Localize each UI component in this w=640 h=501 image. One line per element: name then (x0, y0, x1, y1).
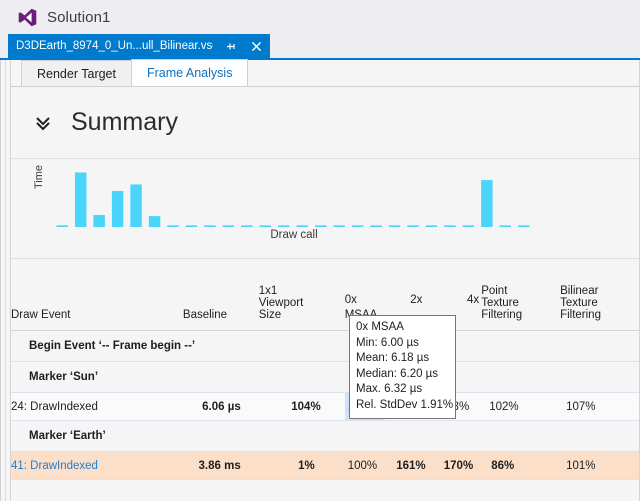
document-tab-strip: D3DEarth_8974_0_Un...ull_Bilinear.vsglog (0, 34, 640, 58)
page-title: Summary (71, 108, 178, 136)
frame-analysis-panel: Render Target Frame Analysis Summary Tim… (10, 59, 640, 501)
chart-bar[interactable] (370, 225, 382, 227)
column-header-point-texture-filtering[interactable]: Point Texture Filtering (481, 259, 561, 331)
frame-analysis-table: Draw Event Baseline 1x1 Viewport Size 0x 2… (11, 259, 639, 480)
chart-bar[interactable] (444, 225, 456, 227)
chart-bar[interactable] (518, 225, 530, 227)
tab-frame-analysis[interactable]: Frame Analysis (131, 59, 249, 86)
double-chevron-down-icon[interactable] (33, 113, 53, 133)
table-row[interactable]: 24: DrawIndexed 6.06 µs 104% 102% 94% 98… (11, 392, 639, 421)
table-row[interactable]: Marker ‘Earth’ (11, 420, 639, 452)
chart-bar[interactable] (241, 225, 253, 227)
tooltip-mean: Mean: 6.18 µs (356, 352, 430, 364)
cell-viewport-size: 104% (258, 392, 345, 421)
table-header-row: Draw Event Baseline 1x1 Viewport Size 0x 2… (11, 259, 639, 331)
column-header-draw-event[interactable]: Draw Event (11, 259, 183, 331)
cell-msaa-0x[interactable]: 100% (344, 451, 386, 480)
visual-studio-window: Solution1 D3DEarth_8974_0_Un...ull_Bilin… (0, 0, 640, 501)
chart-bar[interactable] (130, 184, 142, 227)
cell-draw-event[interactable]: 41: DrawIndexed (11, 451, 183, 480)
chart-bar[interactable] (259, 225, 272, 227)
chart-bar[interactable] (204, 225, 216, 227)
cell-point-texture-filtering: 86% (481, 451, 561, 480)
chart-bar[interactable] (56, 225, 68, 227)
table-body: Begin Event ‘-- Frame begin --’ Marker ‘… (11, 330, 639, 480)
chart-bar[interactable] (278, 225, 290, 227)
msaa-tick-4x: 4x (467, 294, 480, 306)
chart-y-axis-label: Time (33, 164, 45, 189)
chart-bar[interactable] (407, 225, 419, 227)
msaa-tick-2x: 2x (410, 294, 423, 306)
cell-point-texture-filtering: 102% (481, 392, 561, 421)
document-tab-label: D3DEarth_8974_0_Un...ull_Bilinear.vsglog (16, 40, 213, 52)
cell-draw-event[interactable]: 24: DrawIndexed (11, 392, 183, 421)
tab-render-target[interactable]: Render Target (21, 60, 132, 86)
chart-x-axis-label: Draw call (270, 229, 318, 241)
column-header-baseline[interactable]: Baseline (182, 259, 259, 331)
frame-analysis-table-wrap: Draw Event Baseline 1x1 Viewport Size 0x 2… (11, 259, 639, 480)
content-frame: Render Target Frame Analysis Summary Tim… (0, 59, 640, 501)
section-label-marker-sun: Marker ‘Sun’ (11, 361, 639, 393)
msaa-tick-0x: 0x (344, 294, 357, 306)
close-icon[interactable] (250, 40, 263, 53)
msaa-statistics-tooltip: 0x MSAA Min: 6.00 µs Mean: 6.18 µs Media… (349, 315, 456, 419)
chart-bar[interactable] (351, 225, 364, 227)
tooltip-min: Min: 6.00 µs (356, 336, 419, 349)
cell-baseline: 3.86 ms (182, 451, 259, 480)
title-bar: Solution1 (0, 0, 640, 34)
cell-viewport-size: 1% (258, 451, 345, 480)
chart-bar[interactable] (296, 225, 308, 227)
chart-bar[interactable] (148, 216, 161, 227)
table-row[interactable]: Begin Event ‘-- Frame begin --’ (11, 330, 639, 362)
cell-bilinear-texture-filtering: 107% (560, 392, 639, 421)
chart-bar[interactable] (333, 225, 345, 227)
chart-bar[interactable] (462, 225, 475, 227)
chart-bar[interactable] (74, 172, 87, 227)
draw-call-time-chart: Time Draw call (11, 159, 639, 259)
chart-bar[interactable] (425, 225, 438, 227)
visual-studio-logo-icon (18, 8, 37, 27)
cell-baseline: 6.06 µs (182, 392, 259, 421)
cell-msaa-4x[interactable]: 170% (433, 451, 482, 480)
cell-msaa-2x[interactable]: 161% (385, 451, 434, 480)
view-tab-bar: Render Target Frame Analysis (11, 59, 639, 87)
tooltip-max: Max. 6.32 µs (356, 383, 423, 395)
table-row[interactable]: Marker ‘Sun’ (11, 361, 639, 393)
chart-bar[interactable] (499, 225, 512, 227)
section-label-begin-event: Begin Event ‘-- Frame begin --’ (11, 330, 639, 362)
chart-bar[interactable] (167, 225, 179, 227)
column-header-bilinear-texture-filtering[interactable]: Bilinear Texture Filtering (560, 259, 639, 331)
chart-bar[interactable] (111, 191, 124, 227)
chart-bar[interactable] (481, 180, 493, 227)
table-row[interactable]: 41: DrawIndexed 3.86 ms 1% 100% 161% 170… (11, 451, 639, 480)
chart-bar[interactable] (314, 225, 327, 227)
solution-title: Solution1 (47, 8, 111, 26)
document-tab[interactable]: D3DEarth_8974_0_Un...ull_Bilinear.vsglog (8, 34, 270, 58)
cell-bilinear-texture-filtering: 101% (560, 451, 639, 480)
tooltip-median: Median: 6.20 µs (356, 367, 439, 380)
tooltip-stddev: Rel. StdDev 1.91% (356, 398, 454, 411)
tooltip-title: 0x MSAA (356, 321, 404, 333)
chart-bar[interactable] (388, 225, 401, 227)
chart-bar[interactable] (93, 215, 105, 227)
pin-icon[interactable] (225, 40, 238, 53)
chart-bar[interactable] (185, 225, 198, 227)
section-label-marker-earth: Marker ‘Earth’ (11, 420, 639, 452)
chart-bar[interactable] (222, 225, 235, 227)
summary-header[interactable]: Summary (11, 87, 639, 159)
column-header-viewport-size[interactable]: 1x1 Viewport Size (258, 259, 345, 331)
chart-plot-area (56, 172, 530, 227)
